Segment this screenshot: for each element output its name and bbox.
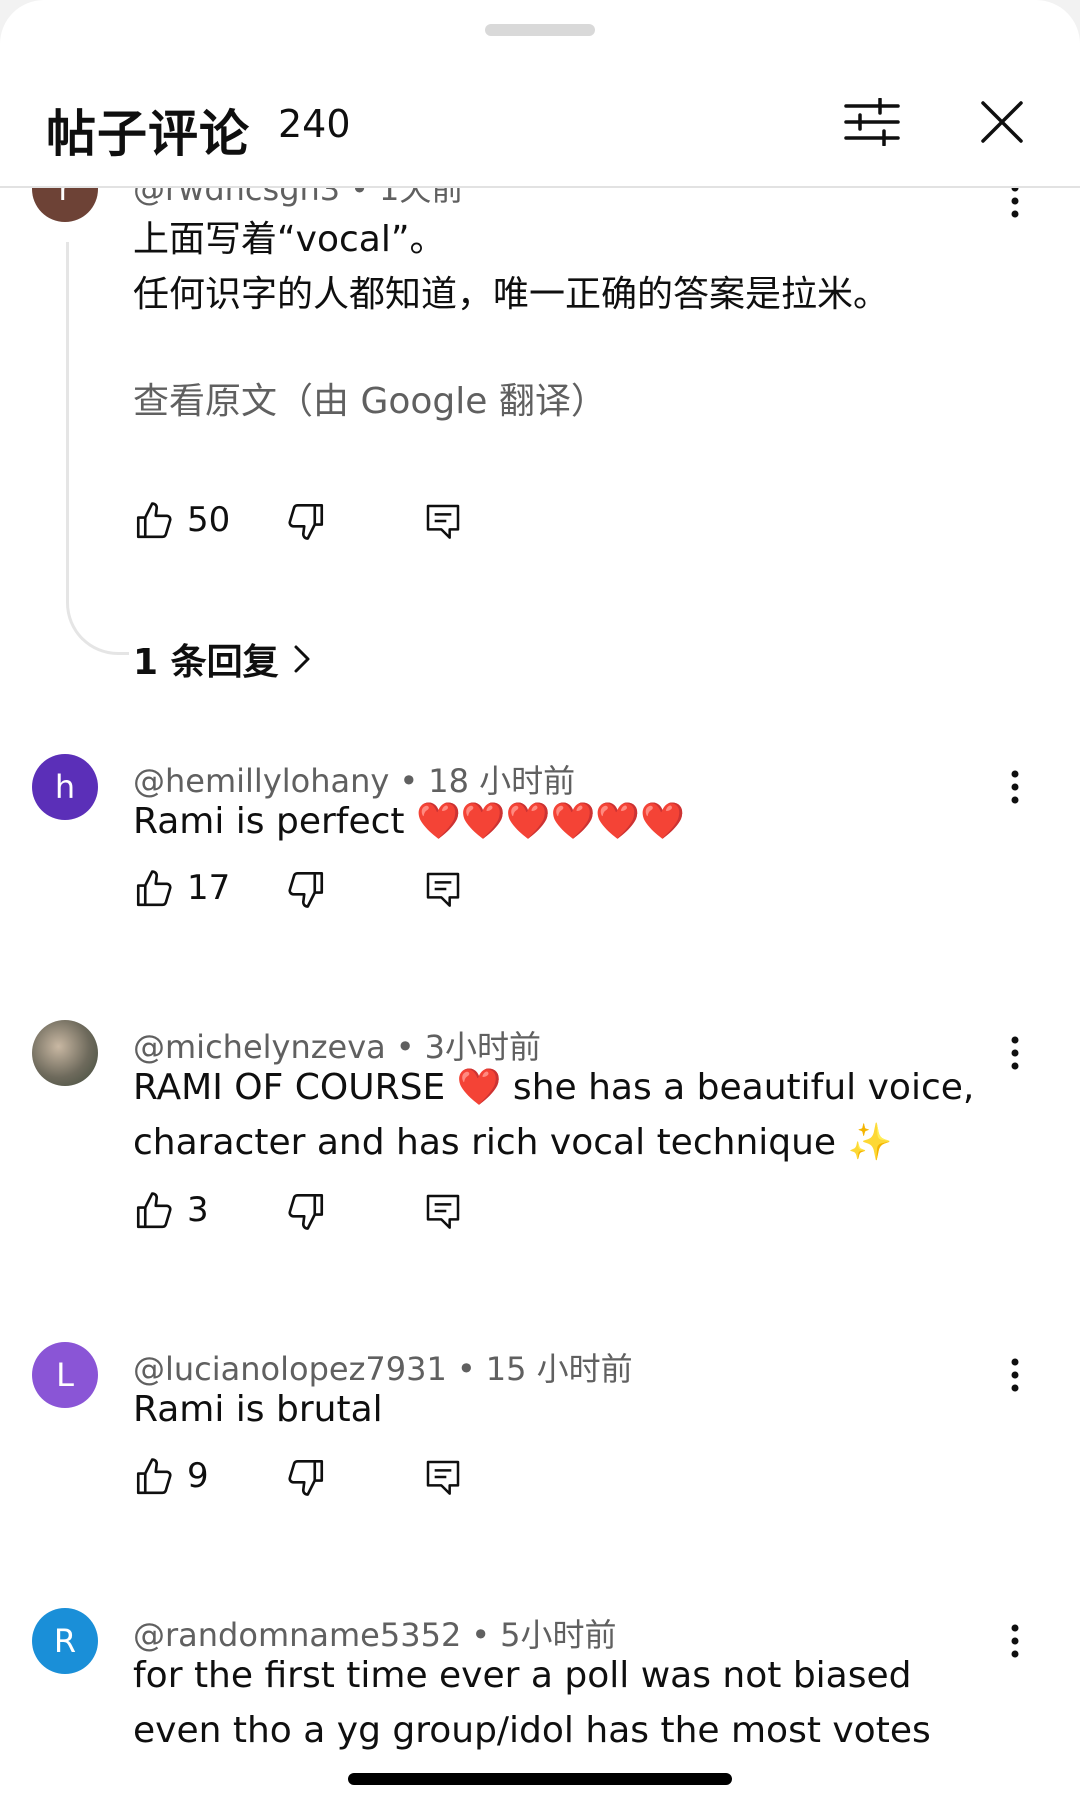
- like-count: 17: [187, 868, 231, 908]
- sliders-icon: [844, 98, 900, 146]
- comment-actions: 9: [133, 1450, 533, 1504]
- like-count: 3: [187, 1190, 209, 1230]
- thumbs-up-icon: [136, 870, 172, 907]
- avatar-letter: R: [53, 1622, 77, 1660]
- more-options-button[interactable]: [1000, 188, 1030, 226]
- avatar[interactable]: L: [32, 1342, 98, 1408]
- dislike-button[interactable]: [285, 862, 327, 916]
- replies-label: 1 条回复: [133, 642, 279, 683]
- chevron-right-icon: [294, 645, 310, 673]
- reply-button[interactable]: [423, 494, 463, 548]
- more-options-button[interactable]: [1000, 1616, 1030, 1666]
- thumbs-up-icon: [136, 502, 172, 539]
- comment-list[interactable]: r @rwdncsgh3 • 1天前 上面写着“vocal”。 任何识字的人都知道，…: [0, 188, 1080, 1807]
- avatar-letter: r: [58, 188, 72, 208]
- more-options-button[interactable]: [1000, 1350, 1030, 1400]
- avatar-letter: L: [56, 1356, 74, 1394]
- more-vert-icon: [1011, 1036, 1019, 1070]
- view-original-link[interactable]: 查看原文（由 Google 翻译）: [133, 372, 607, 424]
- more-options-button[interactable]: [1000, 762, 1030, 812]
- comment-text: for the first time ever a poll was not b…: [133, 1655, 931, 1751]
- comment-actions: 50: [133, 494, 533, 548]
- comment-meta: @rwdncsgh3 • 1天前: [133, 188, 463, 210]
- reply-button[interactable]: [423, 862, 463, 916]
- reply-comment-icon: [426, 872, 460, 907]
- reply-comment-icon: [426, 504, 460, 539]
- page-title: 帖子评论: [46, 105, 250, 163]
- thread-line: [66, 242, 129, 655]
- avatar[interactable]: r: [32, 188, 98, 222]
- reply-comment-icon: [426, 1194, 460, 1229]
- close-icon: [981, 101, 1023, 143]
- sort-filter-button[interactable]: [840, 90, 904, 154]
- comment-text: RAMI OF COURSE ❤️ she has a beautiful vo…: [133, 1067, 975, 1163]
- close-button[interactable]: [970, 90, 1034, 154]
- dislike-button[interactable]: [285, 1450, 327, 1504]
- home-indicator: [348, 1773, 732, 1785]
- thumbs-up-icon: [136, 1192, 172, 1229]
- thumbs-down-icon: [288, 871, 324, 908]
- more-vert-icon: [1011, 188, 1019, 218]
- dislike-button[interactable]: [285, 494, 327, 548]
- like-button[interactable]: 17: [133, 862, 230, 916]
- comments-header: 帖子评论 240: [0, 60, 1080, 188]
- avatar[interactable]: h: [32, 754, 98, 820]
- like-button[interactable]: 3: [133, 1184, 209, 1238]
- comment-text: Rami is perfect ❤️❤️❤️❤️❤️❤️: [133, 801, 685, 842]
- reply-button[interactable]: [423, 1184, 463, 1238]
- comment-count: 240: [278, 102, 351, 146]
- like-button[interactable]: 9: [133, 1450, 209, 1504]
- like-count: 9: [187, 1456, 209, 1496]
- thumbs-up-icon: [136, 1458, 172, 1495]
- more-vert-icon: [1011, 770, 1019, 804]
- comment-time: 1天前: [379, 188, 464, 208]
- drag-handle[interactable]: [485, 24, 595, 36]
- comment-author[interactable]: @rwdncsgh3: [133, 188, 340, 208]
- comment-text-line: 上面写着“vocal”。: [133, 219, 446, 260]
- reply-comment-icon: [426, 1460, 460, 1495]
- avatar-photo[interactable]: [32, 1020, 98, 1086]
- like-button[interactable]: 50: [133, 494, 230, 548]
- reply-button[interactable]: [423, 1450, 463, 1504]
- like-count: 50: [187, 500, 231, 540]
- comment-text: Rami is brutal: [133, 1389, 383, 1430]
- thumbs-down-icon: [288, 503, 324, 540]
- avatar-letter: h: [54, 768, 76, 806]
- more-options-button[interactable]: [1000, 1028, 1030, 1078]
- comment-actions: 17: [133, 862, 533, 916]
- comment-text-line: 任何识字的人都知道，唯一正确的答案是拉米。: [133, 274, 890, 315]
- dislike-button[interactable]: [285, 1184, 327, 1238]
- thumbs-down-icon: [288, 1459, 324, 1496]
- comment-actions: 3: [133, 1184, 533, 1238]
- avatar[interactable]: R: [32, 1608, 98, 1674]
- comments-sheet: 帖子评论 240 r @rwdncsgh3 • 1天前 上面写着“vocal”。…: [0, 0, 1080, 1807]
- view-replies-button[interactable]: 1 条回复: [133, 633, 311, 685]
- thumbs-down-icon: [288, 1193, 324, 1230]
- more-vert-icon: [1011, 1358, 1019, 1392]
- comment-text: 上面写着“vocal”。 任何识字的人都知道，唯一正确的答案是拉米。: [133, 212, 1003, 322]
- more-vert-icon: [1011, 1624, 1019, 1658]
